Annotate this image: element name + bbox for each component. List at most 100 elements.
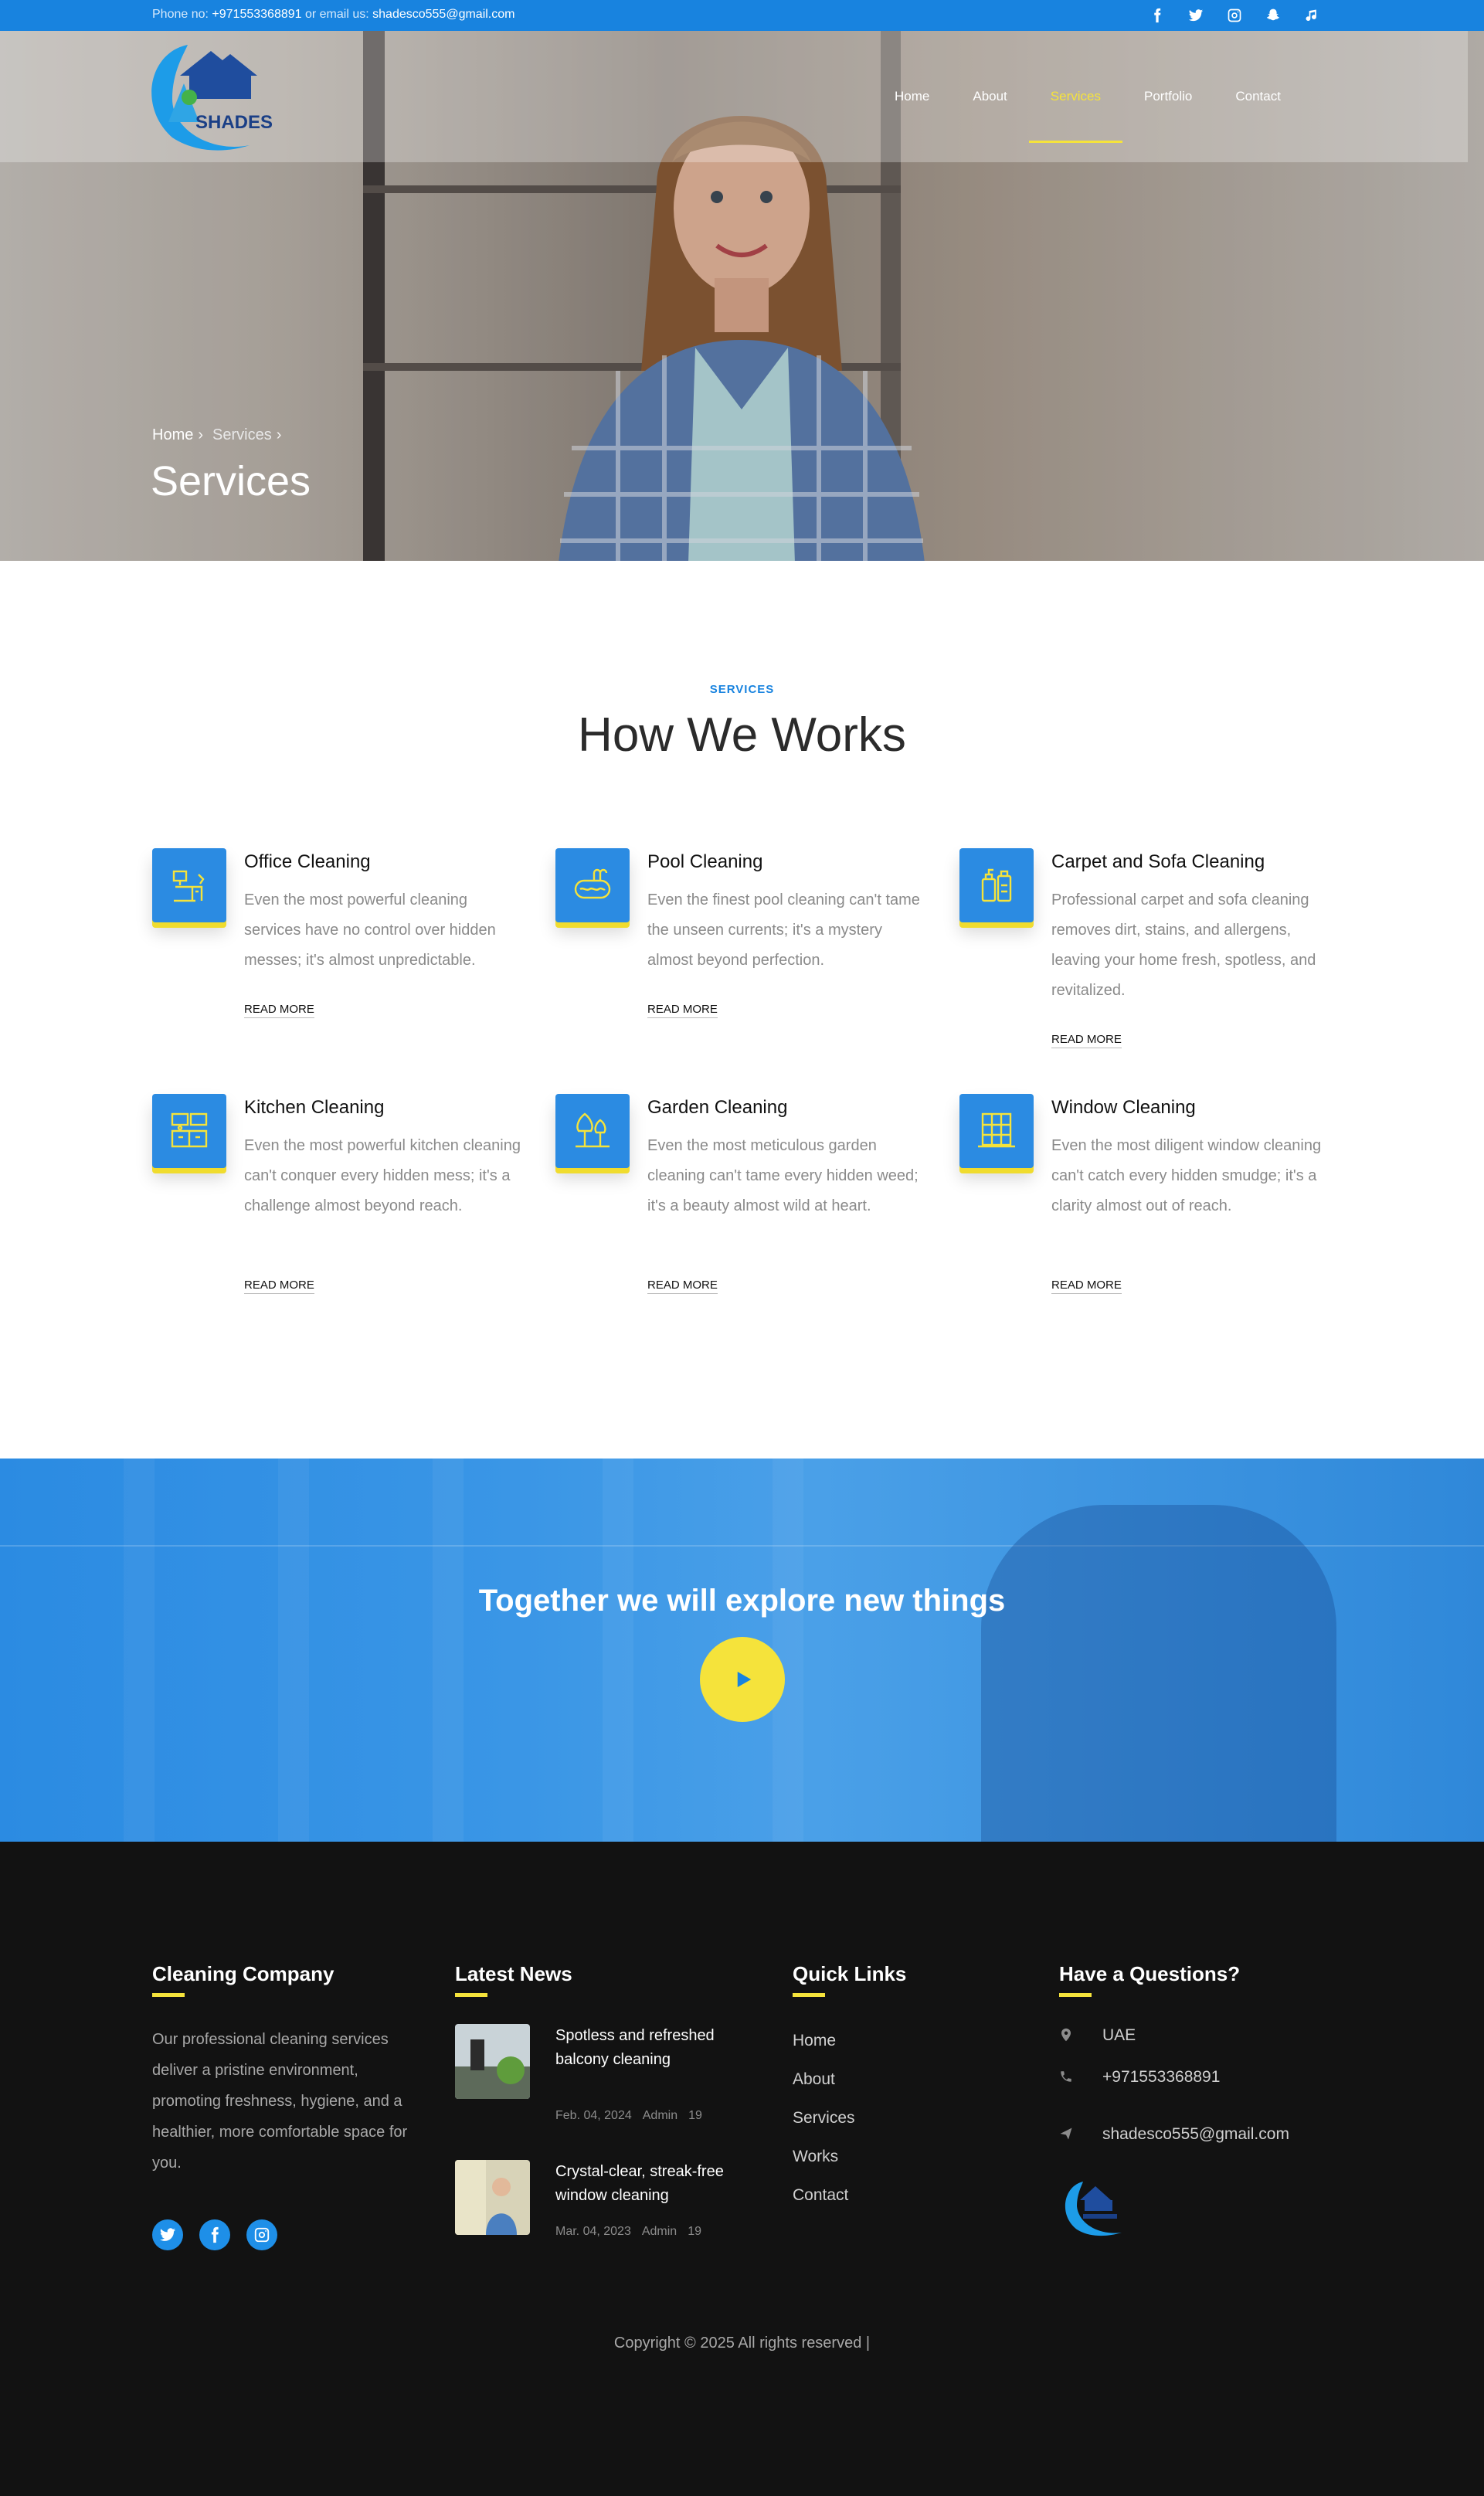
breadcrumb-current: Services: [212, 426, 272, 443]
nav-portfolio[interactable]: Portfolio: [1122, 31, 1214, 143]
quick-links: Home About Services Works Contact: [793, 2029, 855, 2223]
cleaner-figure-image: [981, 1505, 1336, 1842]
news-title[interactable]: Spotless and refreshed balcony cleaning: [555, 2024, 741, 2072]
curtain-stripe: [124, 1459, 155, 1842]
news-date: Mar. 04, 2023: [555, 2225, 631, 2238]
email-label: or email us:: [304, 8, 369, 21]
service-description: Even the most diligent window cleaning c…: [1051, 1137, 1322, 1214]
footer-link-services[interactable]: Services: [793, 2107, 855, 2145]
news-author: Admin: [642, 2109, 678, 2122]
curtain-stripe: [433, 1459, 464, 1842]
email-link[interactable]: shadesco555@gmail.com: [372, 8, 514, 21]
curtain-stripe: [603, 1459, 633, 1842]
office-desk-icon: [152, 848, 226, 922]
play-icon: [737, 1672, 752, 1687]
nav-services[interactable]: Services: [1028, 31, 1123, 143]
map-pin-icon: [1059, 2028, 1075, 2043]
service-description: Even the finest pool cleaning can't tame…: [647, 891, 920, 969]
news-comment-count: 19: [688, 2109, 702, 2122]
read-more-link[interactable]: READ MORE: [647, 1279, 718, 1294]
read-more-link[interactable]: READ MORE: [1051, 1279, 1122, 1294]
facebook-icon[interactable]: [199, 2219, 230, 2250]
service-title[interactable]: Pool Cleaning: [647, 851, 762, 873]
news-meta: Feb. 04, 2024 Admin 19: [555, 2109, 713, 2123]
service-title[interactable]: Office Cleaning: [244, 851, 371, 873]
footer-about-text: Our professional cleaning services deliv…: [152, 2031, 408, 2172]
play-button[interactable]: [700, 1637, 785, 1722]
news-meta: Mar. 04, 2023 Admin 19: [555, 2225, 712, 2239]
curtain-stripe: [773, 1459, 803, 1842]
read-more-link[interactable]: READ MORE: [244, 1279, 314, 1294]
read-more-link[interactable]: READ MORE: [244, 1003, 314, 1018]
service-title[interactable]: Window Cleaning: [1051, 1097, 1196, 1119]
nav-contact[interactable]: Contact: [1214, 31, 1302, 143]
service-title[interactable]: Carpet and Sofa Cleaning: [1051, 851, 1265, 873]
footer-link-about[interactable]: About: [793, 2068, 855, 2107]
service-title[interactable]: Kitchen Cleaning: [244, 1097, 384, 1119]
tiktok-icon[interactable]: [1304, 5, 1319, 26]
facebook-icon[interactable]: [1150, 5, 1165, 26]
phone-icon: [1059, 2070, 1075, 2085]
news-author: Admin: [641, 2225, 677, 2238]
twitter-icon[interactable]: [1188, 5, 1204, 26]
snapchat-icon[interactable]: [1265, 5, 1281, 26]
breadcrumb-home[interactable]: Home: [152, 426, 193, 443]
service-description: Even the most powerful cleaning services…: [244, 891, 496, 969]
contact-email-text[interactable]: shadesco555@gmail.com: [1102, 2125, 1289, 2144]
footer-heading: Have a Questions?: [1059, 1962, 1241, 1985]
footer-heading: Cleaning Company: [152, 1962, 334, 1985]
service-title[interactable]: Garden Cleaning: [647, 1097, 787, 1119]
logo-text: SHADES: [195, 112, 273, 133]
breadcrumb: Home › Services ›: [152, 426, 290, 444]
pool-icon: [555, 848, 630, 922]
heading-underline: [1059, 1993, 1092, 1997]
copyright-text: Copyright © 2025 All rights reserved |: [613, 2335, 871, 2352]
news-title[interactable]: Crystal-clear, streak-free window cleani…: [555, 2160, 741, 2208]
news-item[interactable]: Spotless and refreshed balcony cleaning …: [455, 2024, 733, 2132]
contact-address-text: UAE: [1102, 2026, 1136, 2044]
kitchen-icon: [152, 1094, 226, 1168]
nav-about[interactable]: About: [951, 31, 1028, 143]
heading-underline: [152, 1993, 185, 1997]
service-description: Professional carpet and sofa cleaning re…: [1051, 891, 1316, 999]
read-more-link[interactable]: READ MORE: [1051, 1033, 1122, 1048]
footer-heading: Latest News: [455, 1962, 572, 1985]
service-description: Even the most powerful kitchen cleaning …: [244, 1137, 521, 1214]
cleaning-bottle-icon: [959, 848, 1034, 922]
news-date: Feb. 04, 2024: [555, 2109, 632, 2122]
heading-underline: [455, 1993, 487, 1997]
topbar-contact: Phone no: +971553368891 or email us: sha…: [152, 8, 514, 22]
news-thumbnail[interactable]: [455, 2160, 530, 2235]
news-comment-count: 19: [688, 2225, 701, 2238]
twitter-icon[interactable]: [152, 2219, 183, 2250]
footer-link-works[interactable]: Works: [793, 2145, 855, 2184]
heading-underline: [793, 1993, 825, 1997]
footer-link-home[interactable]: Home: [793, 2029, 855, 2068]
instagram-icon[interactable]: [246, 2219, 277, 2250]
trees-icon: [555, 1094, 630, 1168]
instagram-icon[interactable]: [1227, 5, 1242, 26]
section-title: How We Works: [578, 708, 906, 762]
footer-link-contact[interactable]: Contact: [793, 2184, 855, 2223]
section-tag: SERVICES: [709, 683, 775, 696]
curtain-stripe: [278, 1459, 309, 1842]
main-nav: Home About Services Portfolio Contact: [873, 31, 1302, 143]
chevron-right-icon: ›: [198, 426, 204, 443]
service-description: Even the most meticulous garden cleaning…: [647, 1137, 919, 1214]
news-item[interactable]: Crystal-clear, streak-free window cleani…: [455, 2160, 733, 2245]
footer-logo[interactable]: [1060, 2177, 1129, 2239]
chevron-right-icon: ›: [276, 426, 282, 443]
top-bar: Phone no: +971553368891 or email us: sha…: [0, 0, 1484, 31]
page-title: Services: [151, 458, 311, 504]
read-more-link[interactable]: READ MORE: [647, 1003, 718, 1018]
window-icon: [959, 1094, 1034, 1168]
paper-plane-icon: [1059, 2127, 1075, 2142]
band-title: Together we will explore new things: [478, 1584, 1006, 1618]
nav-home[interactable]: Home: [873, 31, 951, 143]
phone-link[interactable]: +971553368891: [212, 8, 301, 21]
contact-phone-text[interactable]: +971553368891: [1102, 2068, 1220, 2087]
topbar-socials: [1150, 5, 1319, 26]
footer-heading: Quick Links: [793, 1962, 907, 1985]
company-logo[interactable]: SHADES: [141, 37, 296, 161]
news-thumbnail[interactable]: [455, 2024, 530, 2099]
